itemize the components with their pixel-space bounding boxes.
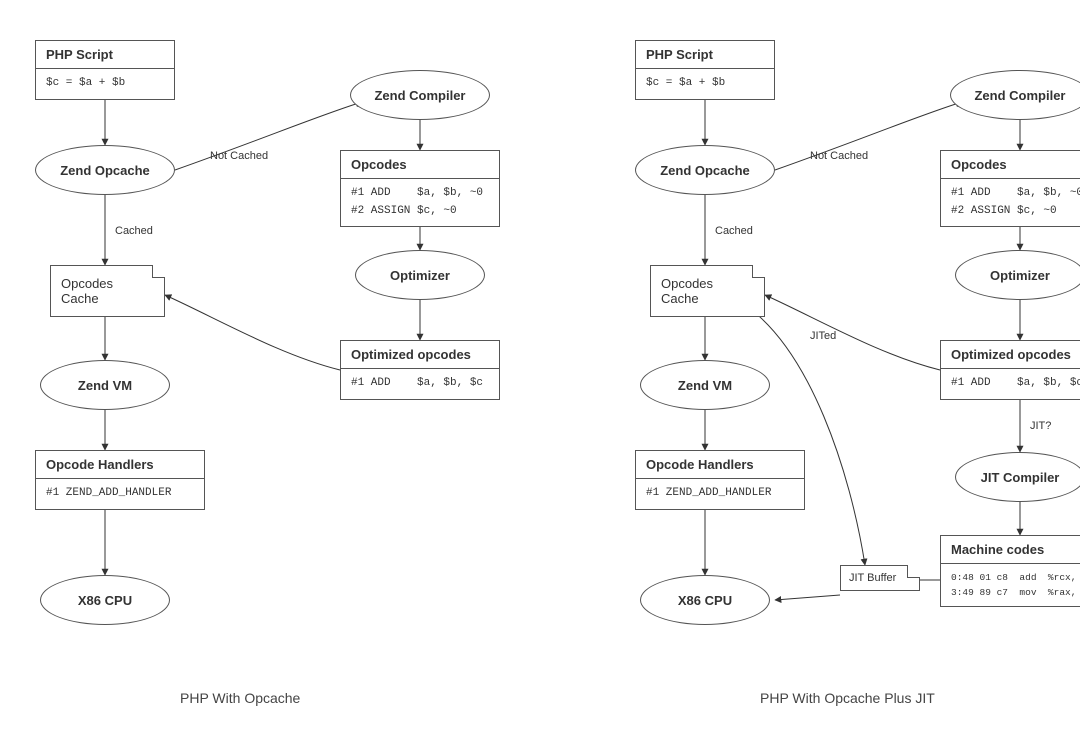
- optimized-box: Optimized opcodes #1 ADD $a, $b, $c: [340, 340, 500, 400]
- machine-box: Machine codes 0:48 01 c8 add %rcx, %rax …: [940, 535, 1080, 607]
- optimized-title-r: Optimized opcodes: [941, 341, 1080, 369]
- zend-compiler: Zend Compiler: [350, 70, 490, 120]
- diagram-canvas: PHP Script $c = $a + $b Zend Opcache Not…: [20, 20, 1080, 735]
- optimizer: Optimizer: [355, 250, 485, 300]
- optimizer-r: Optimizer: [955, 250, 1080, 300]
- jit-label: JIT?: [1030, 420, 1051, 432]
- right-caption: PHP With Opcache Plus JIT: [760, 690, 935, 706]
- opcodes-cache: Opcodes Cache: [50, 265, 165, 317]
- handlers-code-r: #1 ZEND_ADD_HANDLER: [636, 479, 804, 509]
- left-caption: PHP With Opcache: [180, 690, 300, 706]
- cached-label: Cached: [115, 225, 153, 237]
- php-script-code: $c = $a + $b: [36, 69, 174, 99]
- jited-label: JITed: [810, 330, 836, 342]
- handlers-title: Opcode Handlers: [36, 451, 204, 479]
- opcodes-cache-r: Opcodes Cache: [650, 265, 765, 317]
- not-cached-label: Not Cached: [210, 150, 268, 162]
- opcodes-box-r: Opcodes #1 ADD $a, $b, ~0 #2 ASSIGN $c, …: [940, 150, 1080, 227]
- php-script-box: PHP Script $c = $a + $b: [35, 40, 175, 100]
- cpu-r: X86 CPU: [640, 575, 770, 625]
- opcodes-title: Opcodes: [341, 151, 499, 179]
- opcodes-box: Opcodes #1 ADD $a, $b, ~0 #2 ASSIGN $c, …: [340, 150, 500, 227]
- cpu: X86 CPU: [40, 575, 170, 625]
- php-script-title-r: PHP Script: [636, 41, 774, 69]
- cached-label-r: Cached: [715, 225, 753, 237]
- php-script-code-r: $c = $a + $b: [636, 69, 774, 99]
- machine-title: Machine codes: [941, 536, 1080, 564]
- opcodes-title-r: Opcodes: [941, 151, 1080, 179]
- optimized-code: #1 ADD $a, $b, $c: [341, 369, 499, 399]
- php-script-title: PHP Script: [36, 41, 174, 69]
- zend-compiler-r: Zend Compiler: [950, 70, 1080, 120]
- zend-vm-r: Zend VM: [640, 360, 770, 410]
- machine-code: 0:48 01 c8 add %rcx, %rax 3:49 89 c7 mov…: [941, 564, 1080, 606]
- jit-compiler: JIT Compiler: [955, 452, 1080, 502]
- jit-buffer: JIT Buffer: [840, 565, 920, 591]
- handlers-box: Opcode Handlers #1 ZEND_ADD_HANDLER: [35, 450, 205, 510]
- zend-opcache: Zend Opcache: [35, 145, 175, 195]
- opcodes-code: #1 ADD $a, $b, ~0 #2 ASSIGN $c, ~0: [341, 179, 499, 226]
- handlers-box-r: Opcode Handlers #1 ZEND_ADD_HANDLER: [635, 450, 805, 510]
- zend-opcache-r: Zend Opcache: [635, 145, 775, 195]
- optimized-code-r: #1 ADD $a, $b, $c: [941, 369, 1080, 399]
- php-script-box-r: PHP Script $c = $a + $b: [635, 40, 775, 100]
- optimized-title: Optimized opcodes: [341, 341, 499, 369]
- zend-vm: Zend VM: [40, 360, 170, 410]
- opcodes-code-r: #1 ADD $a, $b, ~0 #2 ASSIGN $c, ~0: [941, 179, 1080, 226]
- handlers-code: #1 ZEND_ADD_HANDLER: [36, 479, 204, 509]
- optimized-box-r: Optimized opcodes #1 ADD $a, $b, $c: [940, 340, 1080, 400]
- handlers-title-r: Opcode Handlers: [636, 451, 804, 479]
- not-cached-label-r: Not Cached: [810, 150, 868, 162]
